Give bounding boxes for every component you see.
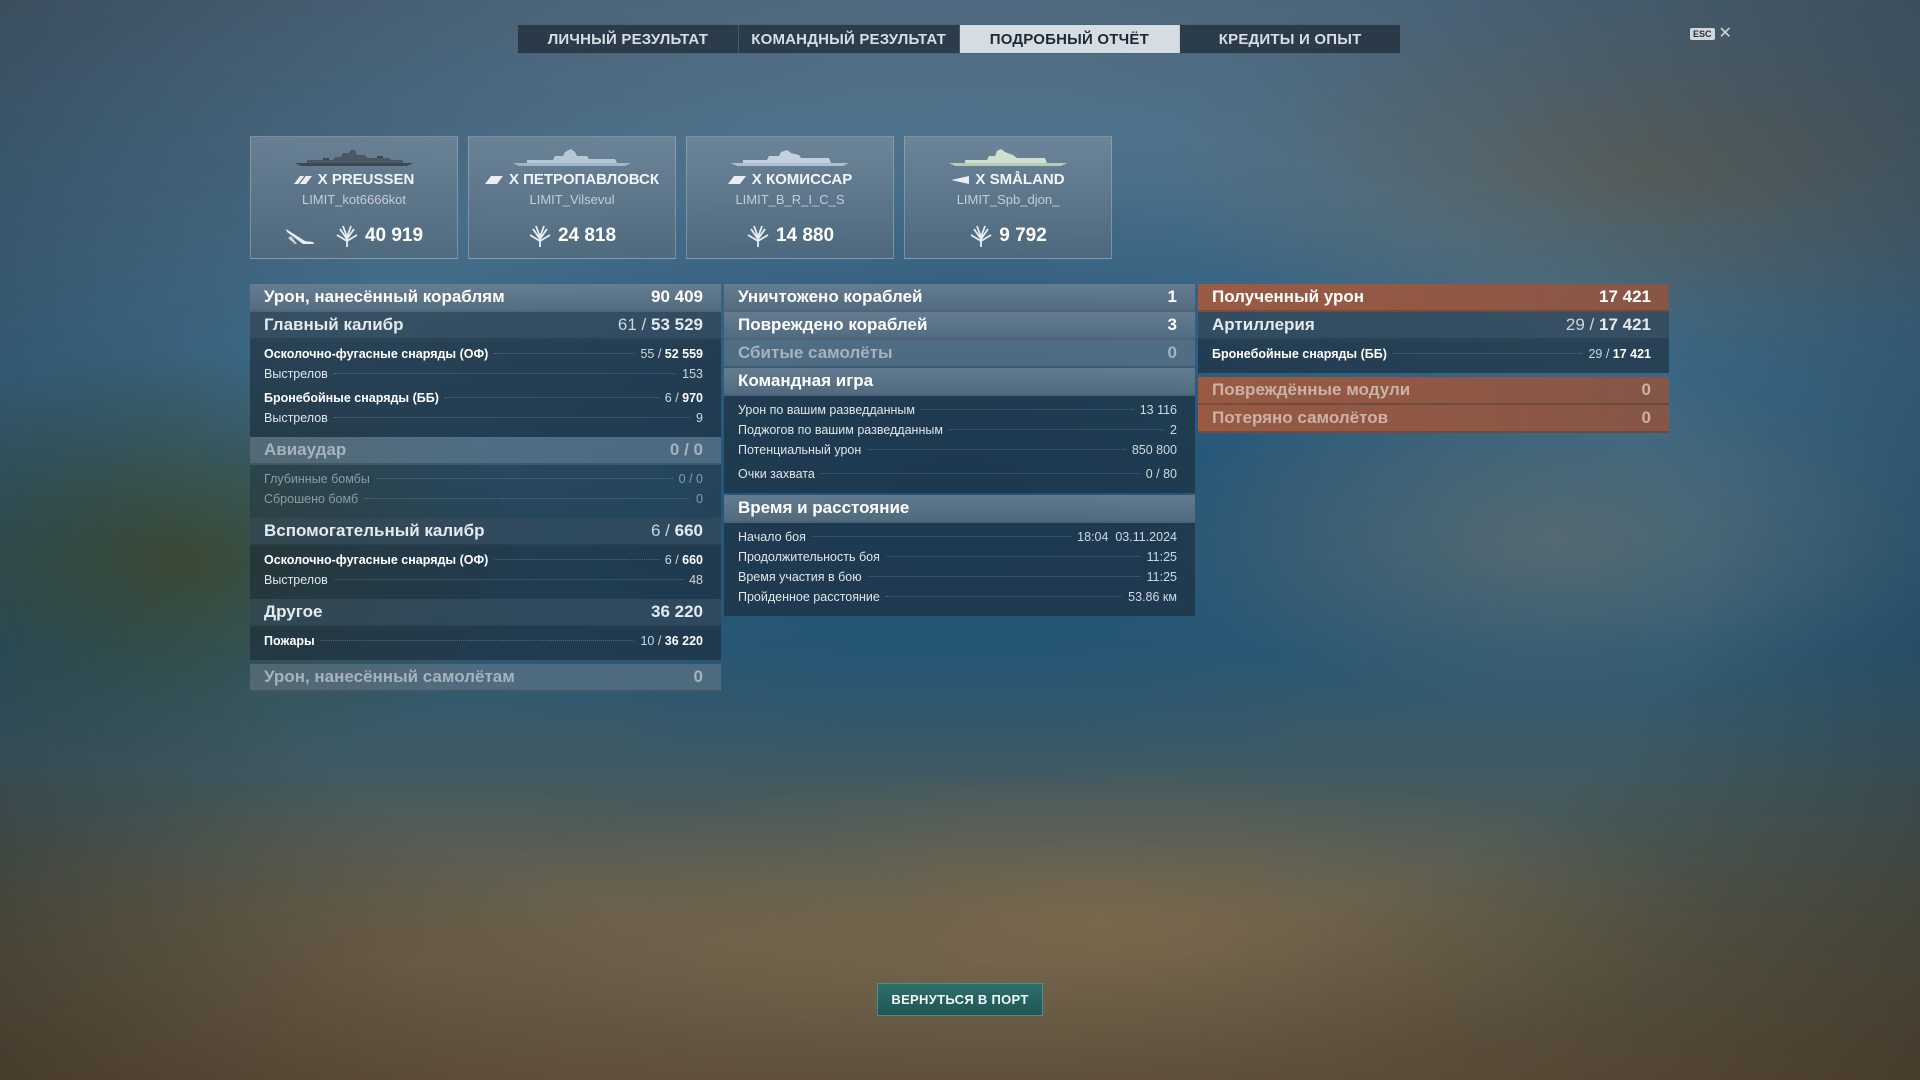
planes-shot-down-header: Сбитые самолёты 0: [724, 340, 1195, 368]
tab-credits-xp[interactable]: КРЕДИТЫ И ОПЫТ: [1180, 25, 1400, 53]
stat-row: Время участия в бою 11:25: [738, 570, 1177, 584]
ship-name: X ПЕТРОПАВЛОВСК: [469, 171, 675, 188]
ship-damage-header: Урон, нанесённый кораблям 90 409: [250, 284, 721, 312]
return-to-port-button[interactable]: ВЕРНУТЬСЯ В ПОРТ: [877, 983, 1043, 1016]
ship-card[interactable]: X SMÅLAND LIMIT_Spb_djon_ 9 792: [904, 136, 1112, 259]
lost-planes-header: Потеряно самолётов 0: [1198, 405, 1669, 433]
secondary-battery-details: Осколочно-фугасные снаряды (ОФ) 6 / 660 В…: [250, 546, 721, 599]
player-name: LIMIT_kot6666kot: [301, 192, 407, 207]
aircraft-icon: [285, 229, 314, 244]
ship-name-text: X PREUSSEN: [317, 171, 415, 188]
damage-icon: [747, 225, 769, 247]
ship-name: X PREUSSEN: [251, 171, 457, 188]
ship-damage-value: 9 792: [999, 225, 1047, 246]
esc-close-button[interactable]: ESC ✕: [1690, 25, 1732, 42]
damage-row: 40 919: [251, 225, 457, 247]
artillery-details: Бронебойные снаряды (ББ) 29 / 17 421: [1198, 340, 1669, 373]
stat-row: Выстрелов 48: [264, 573, 703, 587]
stat-row: Осколочно-фугасные снаряды (ОФ) 6 / 660: [264, 553, 703, 567]
other-damage-header: Другое 36 220: [250, 599, 721, 627]
stat-row: Сброшено бомб 0: [264, 492, 703, 506]
battle-stats-column: Уничтожено кораблей 1 Повреждено кораблей…: [724, 284, 1195, 616]
tab-bar: ЛИЧНЫЙ РЕЗУЛЬТАТ КОМАНДНЫЙ РЕЗУЛЬТАТ ПОД…: [517, 24, 1401, 54]
stat-row: Продолжительность боя 11:25: [738, 550, 1177, 564]
main-battery-details: Осколочно-фугасные снаряды (ОФ) 55 / 52 5…: [250, 340, 721, 437]
stat-row: Глубинные бомбы 0 / 0: [264, 472, 703, 486]
damaged-modules-header: Повреждённые модули 0: [1198, 377, 1669, 405]
airstrike-details: Глубинные бомбы 0 / 0 Сброшено бомб 0: [250, 465, 721, 518]
stat-row: Осколочно-фугасные снаряды (ОФ) 55 / 52 5…: [264, 347, 703, 361]
damage-row: 14 880: [687, 225, 893, 247]
stat-row: Бронебойные снаряды (ББ) 29 / 17 421: [1212, 347, 1651, 361]
ship-silhouette-icon: [949, 149, 1067, 166]
stat-row: Потенциальный урон 850 800: [738, 443, 1177, 457]
stat-row: Пожары 10 / 36 220: [264, 634, 703, 648]
destroyer-icon: [951, 175, 970, 184]
esc-key-label: ESC: [1690, 28, 1715, 40]
ship-silhouette-icon: [295, 150, 413, 166]
damage-icon: [529, 225, 551, 247]
time-distance-details: Начало боя 18:04 03.11.2024 Продолжительн…: [724, 523, 1195, 616]
destroyed-ships-header: Уничтожено кораблей 1: [724, 284, 1195, 312]
ship-cards: X PREUSSEN LIMIT_kot6666kot 40 919 X ПЕТ…: [250, 136, 1112, 259]
player-name: LIMIT_Vilsevul: [529, 192, 615, 207]
ship-damage-value: 24 818: [557, 225, 617, 246]
battleship-icon: [293, 175, 312, 184]
stat-row: Выстрелов 153: [264, 367, 703, 381]
ship-name-text: X КОМИССАР: [751, 171, 853, 188]
tab-detailed-report[interactable]: ПОДРОБНЫЙ ОТЧЁТ: [959, 25, 1181, 53]
close-icon: ✕: [1718, 25, 1732, 42]
ship-name: X КОМИССАР: [687, 171, 893, 188]
ship-silhouette-icon: [513, 149, 631, 166]
player-name: LIMIT_B_R_I_C_S: [735, 192, 845, 207]
tab-personal-result[interactable]: ЛИЧНЫЙ РЕЗУЛЬТАТ: [518, 25, 739, 53]
main-battery-header: Главный калибр 61 / 53 529: [250, 312, 721, 340]
damage-row: 24 818: [469, 225, 675, 247]
ship-damage-value: 40 919: [364, 225, 424, 246]
damage-icon: [336, 225, 358, 247]
damage-received-column: Полученный урон 17 421 Артиллерия 29 / 17…: [1198, 284, 1669, 433]
stat-row: Бронебойные снаряды (ББ) 6 / 970: [264, 391, 703, 405]
cruiser-icon: [484, 175, 503, 184]
team-play-details: Урон по вашим разведданным 13 116 Поджого…: [724, 396, 1195, 493]
team-play-header: Командная игра: [724, 368, 1195, 396]
stat-row: Выстрелов 9: [264, 411, 703, 425]
time-distance-header: Время и расстояние: [724, 495, 1195, 523]
ship-name-text: X SMÅLAND: [975, 171, 1065, 188]
damage-icon: [970, 225, 992, 247]
secondary-battery-header: Вспомогательный калибр 6 / 660: [250, 518, 721, 546]
damage-row: 9 792: [905, 225, 1111, 247]
stat-row: Начало боя 18:04 03.11.2024: [738, 530, 1177, 544]
player-name: LIMIT_Spb_djon_: [956, 192, 1060, 207]
stat-row: Урон по вашим разведданным 13 116: [738, 403, 1177, 417]
ship-card[interactable]: X КОМИССАР LIMIT_B_R_I_C_S 14 880: [686, 136, 894, 259]
damage-dealt-column: Урон, нанесённый кораблям 90 409 Главный…: [250, 284, 721, 692]
cruiser-icon: [727, 175, 746, 184]
other-damage-details: Пожары 10 / 36 220: [250, 627, 721, 660]
stat-row: Очки захвата 0 / 80: [738, 467, 1177, 481]
ship-card[interactable]: X PREUSSEN LIMIT_kot6666kot 40 919: [250, 136, 458, 259]
artillery-header: Артиллерия 29 / 17 421: [1198, 312, 1669, 340]
ship-card[interactable]: X ПЕТРОПАВЛОВСК LIMIT_Vilsevul 24 818: [468, 136, 676, 259]
ship-name: X SMÅLAND: [905, 171, 1111, 188]
stat-row: Поджогов по вашим разведданным 2: [738, 423, 1177, 437]
airstrike-header: Авиаудар 0 / 0: [250, 437, 721, 465]
ship-damage-value: 14 880: [775, 225, 835, 246]
ship-name-text: X ПЕТРОПАВЛОВСК: [508, 171, 660, 188]
ship-silhouette-icon: [731, 150, 849, 166]
stat-row: Пройденное расстояние 53.86 км: [738, 590, 1177, 604]
damaged-ships-header: Повреждено кораблей 3: [724, 312, 1195, 340]
received-damage-header: Полученный урон 17 421: [1198, 284, 1669, 312]
tab-team-result[interactable]: КОМАНДНЫЙ РЕЗУЛЬТАТ: [739, 25, 960, 53]
plane-damage-header: Урон, нанесённый самолётам 0: [250, 664, 721, 692]
